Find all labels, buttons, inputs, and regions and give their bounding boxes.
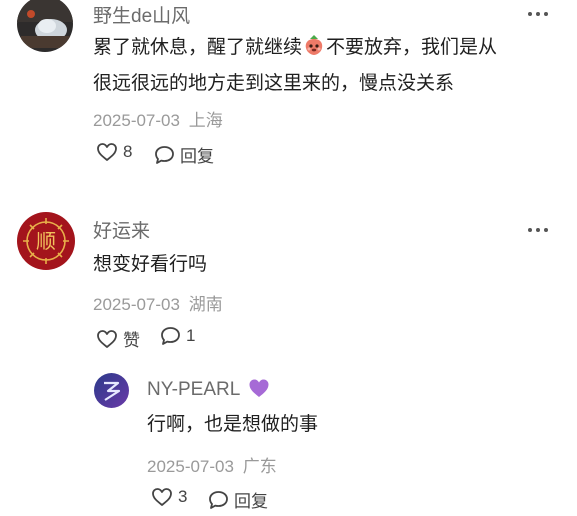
author-name[interactable]: 野生de山风 — [93, 1, 190, 28]
reply-text: 行啊，也是想做的事 — [147, 414, 319, 435]
speech-bubble-icon — [161, 327, 180, 345]
more-options-icon[interactable] — [528, 9, 550, 19]
avatar[interactable]: 顺 — [17, 212, 75, 270]
comment-text: 累了就休息，醒了就继续 不要放弃，我们是从 很远很远的地方走到这里来的，慢点没关系 — [93, 31, 563, 100]
heart-icon — [97, 143, 117, 161]
reply-label: 回复 — [234, 492, 268, 511]
author-name[interactable]: NY-PEARL — [147, 378, 270, 401]
comment-text-line: 很远很远的地方走到这里来的，慢点没关系 — [93, 73, 455, 94]
comment-date: 2025-07-03 — [93, 111, 180, 130]
like-button[interactable]: 赞 — [96, 326, 140, 351]
strawberry-face-emoji — [303, 34, 325, 67]
avatar[interactable] — [94, 373, 129, 408]
comment-text: 想变好看行吗 — [93, 254, 208, 275]
avatar[interactable] — [17, 0, 73, 52]
comment-meta: 2025-07-03 上海 — [93, 106, 223, 131]
comment-location: 湖南 — [188, 295, 223, 314]
speech-bubble-icon — [209, 490, 228, 509]
like-label: 赞 — [123, 331, 140, 350]
reply-meta: 2025-07-03 广东 — [147, 452, 277, 477]
reply-date: 2025-07-03 — [147, 457, 234, 476]
like-count: 3 — [178, 487, 188, 506]
comment-meta: 2025-07-03 湖南 — [93, 290, 223, 315]
purple-heart-icon — [249, 379, 269, 397]
reply-button[interactable]: 1 — [160, 326, 195, 346]
author-name[interactable]: 好运来 — [93, 216, 150, 243]
like-count: 8 — [123, 142, 133, 161]
reply-label: 回复 — [180, 147, 214, 166]
avatar-char: 顺 — [36, 229, 56, 253]
reply-button[interactable]: 回复 — [208, 487, 268, 512]
comment-location: 上海 — [188, 111, 223, 130]
more-options-icon[interactable] — [528, 225, 550, 235]
comment-text-line: 累了就休息，醒了就继续 不要放弃，我们是从 — [93, 31, 563, 67]
heart-icon — [152, 488, 172, 506]
reply-count: 1 — [186, 326, 196, 345]
like-button[interactable]: 8 — [96, 142, 132, 162]
speech-bubble-icon — [155, 145, 174, 164]
like-button[interactable]: 3 — [151, 487, 187, 507]
heart-icon — [97, 329, 117, 348]
reply-button[interactable]: 回复 — [154, 142, 214, 167]
reply-location: 广东 — [242, 457, 277, 476]
comment-date: 2025-07-03 — [93, 295, 180, 314]
